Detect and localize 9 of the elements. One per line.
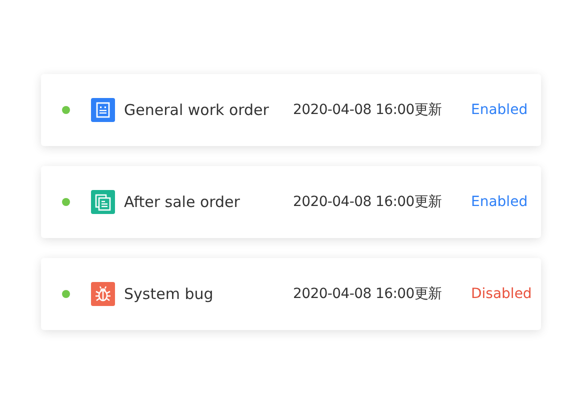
update-time: 2020-04-08 16:00更新	[293, 193, 443, 211]
status-label: Enabled	[471, 102, 529, 118]
order-name: General work order	[124, 101, 270, 119]
update-time: 2020-04-08 16:00更新	[293, 101, 443, 119]
order-name: After sale order	[124, 193, 241, 211]
order-name: System bug	[124, 285, 214, 303]
update-time: 2020-04-08 16:00更新	[293, 285, 443, 303]
status-label: Enabled	[471, 194, 529, 210]
status-label: Disabled	[471, 286, 533, 302]
